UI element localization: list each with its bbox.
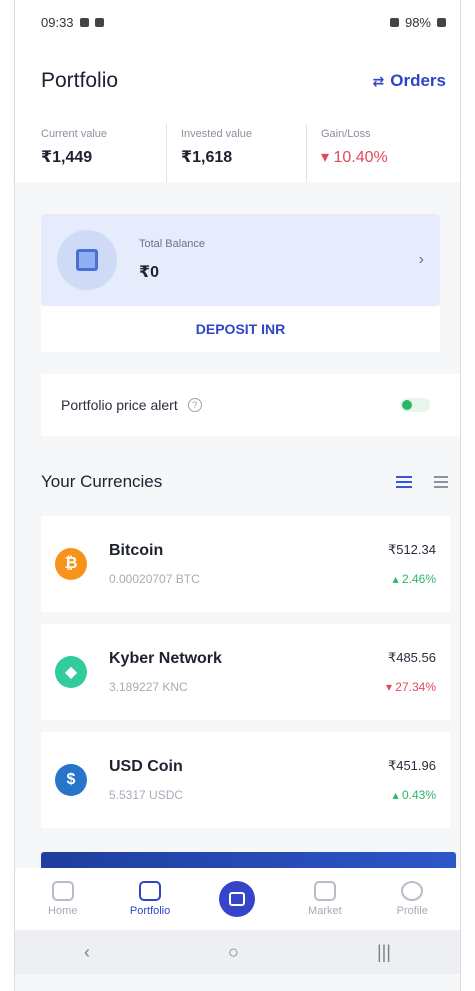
app-frame: 09:33 98% Portfolio ⇄ Orders Current val…	[14, 0, 461, 991]
usdc-icon: $	[55, 764, 87, 796]
deposit-inr-button[interactable]: DEPOSIT INR	[41, 306, 440, 352]
orders-button[interactable]: ⇄ Orders	[373, 71, 446, 91]
list-view-icon[interactable]	[396, 476, 412, 488]
currency-list: ₿ Bitcoin 0.00020707 BTC ₹512.34 ▴ 2.46%…	[15, 516, 460, 828]
total-balance-card[interactable]: Total Balance ₹0 ›	[41, 214, 440, 306]
system-navigation-bar: ‹ ○ |||	[15, 930, 460, 974]
recents-icon[interactable]: |||	[377, 942, 391, 963]
currency-row-bitcoin[interactable]: ₿ Bitcoin 0.00020707 BTC ₹512.34 ▴ 2.46%	[41, 516, 450, 612]
page-header: Portfolio ⇄ Orders	[15, 44, 460, 118]
total-balance-label: Total Balance	[139, 238, 206, 250]
compact-view-icon[interactable]	[434, 476, 448, 488]
folder-icon	[139, 881, 162, 901]
back-icon[interactable]: ‹	[84, 942, 90, 963]
portfolio-price-alert: Portfolio price alert ?	[41, 374, 460, 436]
page-title: Portfolio	[41, 69, 119, 92]
kyber-icon: ◆	[55, 656, 87, 688]
chart-icon	[313, 881, 336, 901]
home-circle-icon[interactable]: ○	[228, 942, 239, 963]
swap-arrows-icon: ⇄	[372, 72, 385, 89]
price-alert-toggle[interactable]	[400, 398, 430, 412]
bottom-navigation: Home Portfolio Market Profile	[15, 868, 460, 930]
battery-level: 98%	[404, 14, 431, 30]
currency-row-usd-coin[interactable]: $ USD Coin 5.5317 USDC ₹451.96 ▴ 0.43%	[41, 732, 450, 828]
home-icon	[51, 881, 74, 901]
nav-portfolio[interactable]: Portfolio	[115, 881, 185, 917]
notification-icon	[79, 17, 89, 27]
current-value: Current value ₹1,449	[41, 128, 108, 166]
orders-label: Orders	[390, 71, 446, 90]
price-alert-label: Portfolio price alert	[61, 397, 178, 413]
nav-rewards[interactable]	[202, 881, 272, 917]
currencies-header: Your Currencies	[15, 470, 460, 494]
help-icon[interactable]: ?	[187, 398, 202, 412]
portfolio-summary: Current value ₹1,449 Invested value ₹1,6…	[15, 118, 460, 182]
gift-icon	[219, 881, 256, 917]
signal-icon	[389, 17, 399, 27]
gain-loss: Gain/Loss ▾ 10.40%	[306, 124, 446, 182]
person-icon	[401, 881, 424, 901]
wallet-icon	[57, 230, 117, 290]
invested-value: Invested value ₹1,618	[166, 124, 306, 182]
message-icon	[94, 17, 104, 27]
currencies-title: Your Currencies	[41, 472, 163, 491]
battery-icon	[437, 17, 446, 27]
nav-home[interactable]: Home	[28, 881, 98, 917]
status-time: 09:33	[41, 14, 74, 30]
total-balance-value: ₹0	[139, 264, 160, 281]
nav-profile[interactable]: Profile	[377, 881, 447, 917]
status-bar: 09:33 98%	[15, 0, 460, 44]
chevron-right-icon: ›	[418, 251, 424, 268]
currency-row-kyber-network[interactable]: ◆ Kyber Network 3.189227 KNC ₹485.56 ▾ 2…	[41, 624, 450, 720]
nav-market[interactable]: Market	[290, 881, 360, 917]
bitcoin-icon: ₿	[55, 548, 87, 580]
